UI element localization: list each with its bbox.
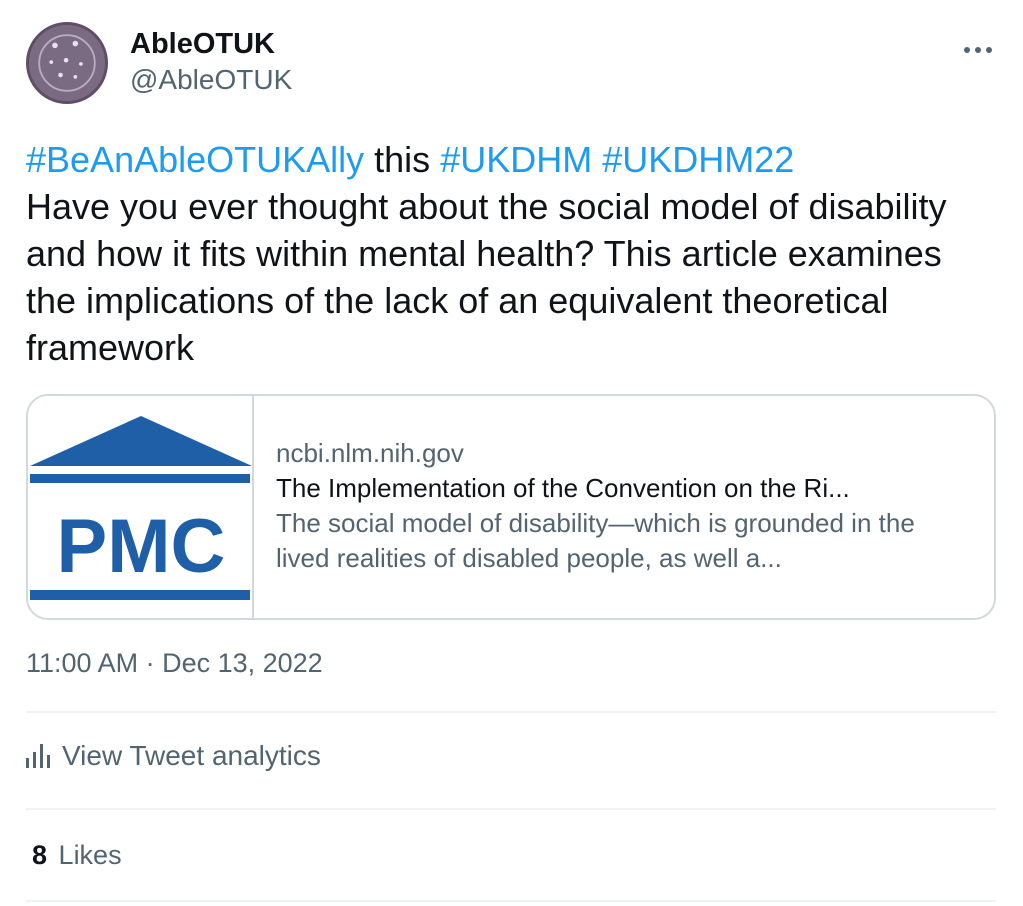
card-description: The social model of disability—which is … xyxy=(276,508,915,573)
card-domain: ncbi.nlm.nih.gov xyxy=(276,438,464,468)
hashtag-link[interactable]: #UKDHM22 xyxy=(602,139,794,180)
card-title: The Implementation of the Convention on … xyxy=(276,473,850,503)
likes-count-link[interactable]: 8 Likes xyxy=(32,840,122,871)
view-analytics-link[interactable]: View Tweet analytics xyxy=(26,740,321,772)
card-text: ncbi.nlm.nih.gov The Implementation of t… xyxy=(276,436,976,576)
hashtag-link[interactable]: #UKDHM xyxy=(440,139,592,180)
divider xyxy=(26,808,996,810)
tweet-detail: AbleOTUK @AbleOTUK #BeAnAbleOTUKAlly thi… xyxy=(0,0,1023,906)
pmc-logo-text: PMC xyxy=(57,504,226,589)
pmc-logo: PMC xyxy=(28,396,254,618)
hashtag-link[interactable]: #BeAnAbleOTUKAlly xyxy=(26,139,364,180)
tweet-text-connector: this xyxy=(364,139,441,180)
likes-label: Likes xyxy=(58,840,122,870)
author-handle[interactable]: @AbleOTUK xyxy=(130,64,292,96)
likes-count: 8 xyxy=(32,840,48,870)
tweet-body: Have you ever thought about the social m… xyxy=(26,186,947,368)
author-avatar[interactable] xyxy=(26,22,108,104)
more-options-icon[interactable] xyxy=(952,30,1004,70)
tweet-timestamp[interactable]: 11:00 AM · Dec 13, 2022 xyxy=(26,648,323,679)
author-display-name[interactable]: AbleOTUK xyxy=(130,28,275,61)
tweet-text: #BeAnAbleOTUKAlly this #UKDHM #UKDHM22 H… xyxy=(26,136,996,371)
bar-chart-icon xyxy=(26,744,50,768)
analytics-label: View Tweet analytics xyxy=(62,740,321,771)
avatar-logo-icon xyxy=(29,25,105,101)
divider xyxy=(26,900,996,902)
link-preview-card[interactable]: PMC ncbi.nlm.nih.gov The Implementation … xyxy=(26,394,996,620)
divider xyxy=(26,711,996,713)
